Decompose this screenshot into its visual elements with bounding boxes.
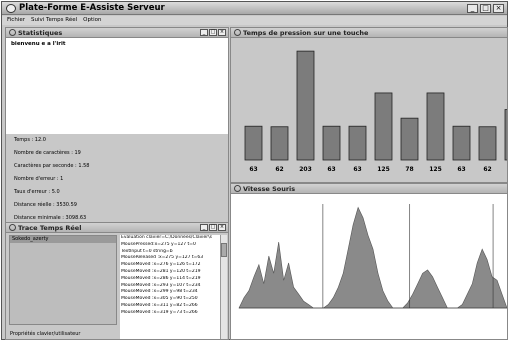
trace-panel: Trace Temps Réel _ □ × Sokedo_azerty Pro… xyxy=(5,222,229,340)
list-item: MousePressed:x=275 y=127 t=0 xyxy=(121,241,196,247)
menu-suivi-temps-reel[interactable]: Suivi Temps Réel xyxy=(31,16,77,25)
statistics-values: Temps : 12.0 Nombre de caractères : 19 C… xyxy=(6,134,228,222)
bar-value-label: 63 xyxy=(327,166,335,173)
gear-icon xyxy=(9,224,16,231)
title-bar: Plate-Forme E-Assiste Serveur _ □ × xyxy=(2,2,507,15)
list-item: MouseMoved :x=276 y=126 t=172 xyxy=(121,262,201,268)
app-icon xyxy=(6,4,16,13)
bar-value-label: 203 xyxy=(299,166,312,173)
welcome-message: bienvenu e a l'irit xyxy=(11,41,66,47)
bar xyxy=(374,92,393,161)
bar-value-label: 63 xyxy=(249,166,257,173)
properties-label: Propriétés clavier/utilisateur xyxy=(10,331,81,337)
trace-maximize-button[interactable]: □ xyxy=(209,224,217,231)
user-list[interactable]: Sokedo_azerty xyxy=(9,235,117,325)
key-press-time-title: Temps de pression sur une touche xyxy=(243,29,369,37)
list-item: Evaluation clavier=C:/Donnees/Clavier\s xyxy=(121,235,212,240)
stat-taux-erreur: Taux d'erreur : 5.0 xyxy=(14,189,60,195)
bar xyxy=(244,125,263,161)
list-item: MouseMoved :x=299 y=98 t=234 xyxy=(121,289,198,295)
statistics-minimize-button[interactable]: _ xyxy=(200,29,208,36)
list-item: MouseReleased :x=275 y=127 t=63 xyxy=(121,255,204,261)
bar xyxy=(452,125,471,161)
key-press-time-panel: Temps de pression sur une touche 63 62 203… xyxy=(230,27,508,183)
statistics-title: Statistiques xyxy=(18,29,63,37)
user-list-item[interactable]: Sokedo_azerty xyxy=(10,236,116,243)
trace-title: Trace Temps Réel xyxy=(18,224,82,232)
stat-temps: Temps : 12.0 xyxy=(14,137,46,143)
close-button[interactable]: × xyxy=(493,4,504,13)
mouse-speed-chart xyxy=(238,204,507,309)
event-list[interactable]: Evaluation clavier=C:/Donnees/Clavier\s … xyxy=(120,235,220,339)
bar-value-label: 78 xyxy=(405,166,413,173)
bar xyxy=(270,126,289,161)
list-item: MouseMoved :x=293 y=107 t=234 xyxy=(121,282,201,288)
menu-option[interactable]: Option xyxy=(83,16,101,25)
bar xyxy=(348,125,367,161)
bar-value-label: 63 xyxy=(353,166,361,173)
stat-distance-reelle: Distance réelle : 3530.59 xyxy=(14,202,77,208)
list-item: MouseMoved :x=305 y=90 t=250 xyxy=(121,296,198,302)
statistics-maximize-button[interactable]: □ xyxy=(209,29,217,36)
bar-value-label: 62 xyxy=(483,166,491,173)
stat-nombre-caracteres: Nombre de caractères : 19 xyxy=(14,150,81,156)
bar xyxy=(400,117,419,161)
list-item: TextInput t=0 string=b xyxy=(121,248,173,254)
mouse-speed-panel: Vitesse Souris xyxy=(230,183,508,340)
trace-close-button[interactable]: × xyxy=(218,224,226,231)
bar-value-label: 62 xyxy=(275,166,283,173)
gear-icon xyxy=(234,29,241,36)
mouse-speed-title: Vitesse Souris xyxy=(243,185,296,193)
maximize-button[interactable]: □ xyxy=(480,4,491,13)
welcome-text-area[interactable]: bienvenu e a l'irit xyxy=(6,39,228,134)
list-item: MouseMoved :x=319 y=73 t=266 xyxy=(121,309,198,315)
trace-minimize-button[interactable]: _ xyxy=(200,224,208,231)
stat-caracteres-par-seconde: Caractères par seconde : 1.58 xyxy=(14,163,90,169)
bar xyxy=(322,125,341,161)
stat-distance-minimale: Distance minimale : 3098.63 xyxy=(14,215,87,221)
bar xyxy=(478,126,497,161)
scroll-thumb[interactable] xyxy=(221,243,227,257)
event-list-scrollbar[interactable] xyxy=(220,235,227,339)
bar-value-label: 125 xyxy=(429,166,442,173)
stat-nombre-erreur: Nombre d'erreur : 1 xyxy=(14,176,64,182)
gear-icon xyxy=(234,185,241,192)
statistics-panel: Statistiques _ □ × bienvenu e a l'irit T… xyxy=(5,27,229,223)
statistics-close-button[interactable]: × xyxy=(218,29,226,36)
window-title: Plate-Forme E-Assiste Serveur xyxy=(19,3,165,13)
bar xyxy=(426,92,445,161)
bar xyxy=(296,50,315,161)
bar xyxy=(504,109,507,161)
bar-value-label: 125 xyxy=(377,166,390,173)
list-item: MouseMoved :x=311 y=82 t=266 xyxy=(121,302,198,308)
key-press-bar-chart: 6362203636312578125636294 xyxy=(244,50,507,173)
list-item: MouseMoved :x=286 y=114 t=219 xyxy=(121,275,201,281)
list-item: MouseMoved :x=281 y=120 t=219 xyxy=(121,268,201,274)
menu-bar: Fichier Suivi Temps Réel Option xyxy=(2,16,507,25)
menu-fichier[interactable]: Fichier xyxy=(7,16,25,25)
bar-value-label: 63 xyxy=(457,166,465,173)
main-window: Plate-Forme E-Assiste Serveur _ □ × Fich… xyxy=(1,1,508,340)
gear-icon xyxy=(9,29,16,36)
minimize-button[interactable]: _ xyxy=(467,4,478,13)
speed-area xyxy=(238,206,507,309)
